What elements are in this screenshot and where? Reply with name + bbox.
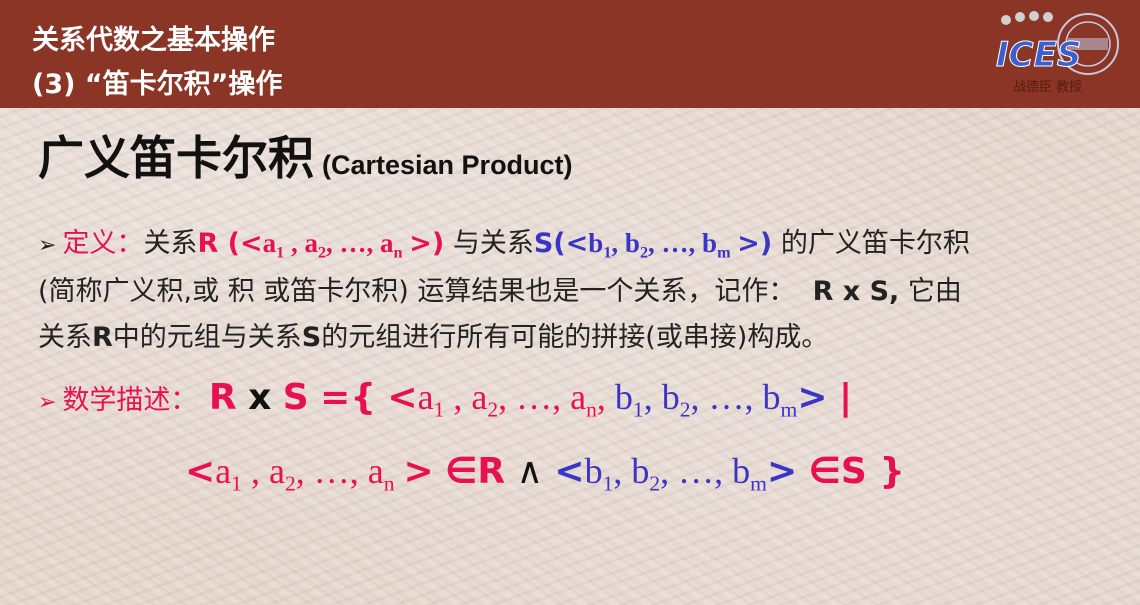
- a-tuple: a1 , a2, …, an: [215, 451, 395, 496]
- definition-label: 定义：: [62, 228, 144, 259]
- sub-2: 2: [487, 397, 499, 422]
- logo-caption: 战德臣 教授: [1013, 80, 1083, 95]
- a-symbol: a: [304, 228, 318, 258]
- sub-m: m: [750, 471, 767, 496]
- sub-m: m: [780, 397, 798, 422]
- text-fragment: 它由: [907, 276, 962, 307]
- sub-2: 2: [649, 471, 661, 496]
- b-tuple: b1, b2, …, bm: [584, 451, 767, 496]
- math-description-line2: <a1 , a2, …, an > ∈R ∧ <b1, b2, …, bm> ∈…: [185, 450, 905, 496]
- b-symbol: b: [702, 228, 718, 258]
- text-fragment: 的广义笛卡尔积: [780, 228, 970, 259]
- lhs-s: S: [282, 377, 309, 418]
- ellipsis: …: [313, 451, 350, 491]
- relation-s-ref: S: [301, 322, 322, 353]
- close-angle: >: [403, 451, 434, 492]
- sub-n: n: [393, 243, 403, 262]
- header-title-line2: (3) “笛卡尔积”操作: [32, 69, 283, 100]
- sub-1: 1: [603, 243, 612, 262]
- open-angle: <: [387, 377, 418, 418]
- relation-r-ref: R: [92, 322, 113, 353]
- close-angle: >: [409, 228, 432, 259]
- b-symbol: b: [661, 377, 680, 417]
- title-chinese: 广义笛卡尔积: [38, 131, 314, 185]
- bullet-arrow-icon: ➢: [38, 233, 57, 258]
- title-english: (Cartesian Product): [322, 150, 573, 180]
- text-fragment: 的元组进行所有可能的拼接(或串接)构成。: [321, 322, 829, 353]
- b-symbol: b: [588, 228, 604, 258]
- sub-2: 2: [639, 243, 649, 262]
- text-fragment: (简称广义积,或 积 或笛卡尔积) 运算结果也是一个关系，记作：: [38, 276, 796, 307]
- relation-r: R (<a1 , a2, …, an >): [197, 228, 445, 262]
- sub-1: 1: [632, 397, 644, 422]
- relation-r-label: R (<: [197, 228, 263, 259]
- lhs-r: R: [208, 377, 237, 418]
- header-title-line1: 关系代数之基本操作: [32, 25, 275, 56]
- close-angle: >: [797, 377, 828, 418]
- b-symbol: b: [614, 377, 633, 417]
- relation-s: S(<b1, b2, …, bm >): [533, 228, 773, 262]
- relation-s-label: S(<: [533, 228, 589, 259]
- s-tuple: b1, b2, …, bm: [588, 228, 731, 262]
- sub-2: 2: [679, 397, 691, 422]
- ellipsis: …: [339, 228, 367, 258]
- b-tuple: b1, b2, …, bm: [614, 377, 798, 422]
- element-of-s: ∈S }: [808, 451, 905, 492]
- a-symbol: a: [262, 228, 277, 258]
- lhs-times: x: [248, 377, 272, 418]
- logical-and: ∧: [516, 451, 543, 492]
- close-angle: >: [766, 451, 798, 492]
- a-tuple: a1 , a2, …, an,: [417, 377, 615, 422]
- sub-1: 1: [276, 243, 285, 262]
- a-symbol: a: [367, 451, 384, 491]
- sub-2: 2: [284, 471, 296, 496]
- bullet-arrow-icon: ➢: [38, 390, 57, 415]
- a-symbol: a: [417, 377, 434, 417]
- b-symbol: b: [762, 377, 781, 417]
- sub-2: 2: [317, 243, 327, 262]
- close-angle: >: [737, 228, 760, 259]
- open-angle: <: [554, 451, 585, 492]
- a-symbol: a: [268, 451, 285, 491]
- b-symbol: b: [732, 451, 751, 491]
- sub-n: n: [586, 397, 597, 422]
- text-fragment: 中的元组与关系: [112, 322, 302, 353]
- text-fragment: 关系: [38, 322, 92, 353]
- b-symbol: b: [584, 451, 603, 491]
- a-symbol: a: [570, 377, 587, 417]
- slide-title: 广义笛卡尔积 (Cartesian Product): [38, 122, 573, 188]
- element-of-r: ∈R: [445, 451, 506, 492]
- text-fragment: 关系: [143, 228, 198, 259]
- sub-1: 1: [231, 471, 242, 496]
- b-symbol: b: [624, 228, 640, 258]
- slide-header: 关系代数之基本操作 (3) “笛卡尔积”操作 ICES 战德臣 教授: [0, 0, 1140, 108]
- sub-1: 1: [433, 397, 445, 422]
- a-symbol: a: [471, 377, 488, 417]
- b-symbol: b: [631, 451, 650, 491]
- a-symbol: a: [380, 228, 394, 258]
- sub-n: n: [383, 471, 395, 496]
- ellipsis: …: [661, 228, 689, 258]
- r-tuple: a1 , a2, …, an: [262, 228, 403, 262]
- sub-m: m: [717, 243, 731, 262]
- logo-text: ICES: [996, 35, 1081, 75]
- definition-paragraph: ➢ 定义：关系R (<a1 , a2, …, an >) 与关系S(<b1, b2…: [38, 220, 1108, 361]
- text-fragment: 与关系: [452, 228, 534, 259]
- a-symbol: a: [215, 451, 232, 491]
- math-label: 数学描述：: [62, 385, 198, 416]
- ellipsis: …: [678, 451, 715, 491]
- set-open: ={: [320, 377, 376, 418]
- open-angle: <: [185, 451, 216, 492]
- sub-1: 1: [602, 471, 614, 496]
- math-description-line1: ➢ 数学描述： R x S ={ <a1 , a2, …, an, b1, b2,…: [38, 376, 853, 422]
- rxs-notation: R x S,: [812, 276, 900, 307]
- separator-bar: |: [838, 377, 853, 418]
- ellipsis: …: [516, 377, 553, 417]
- ellipsis: …: [708, 377, 745, 417]
